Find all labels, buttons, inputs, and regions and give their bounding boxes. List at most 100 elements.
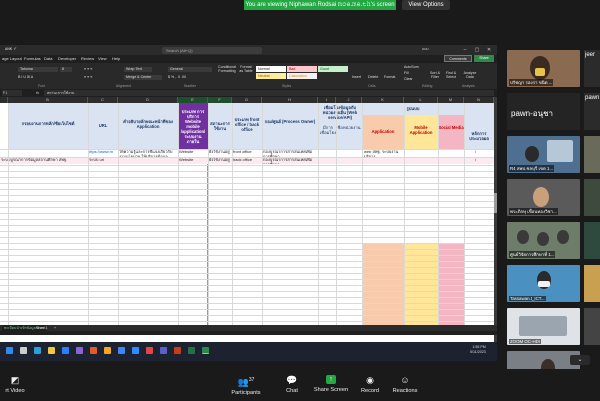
participant-tile-side[interactable] (584, 265, 600, 302)
participant-tile-side[interactable] (584, 179, 600, 216)
firefox-icon[interactable] (104, 347, 111, 354)
format-table-button[interactable]: Format as Table (238, 65, 254, 73)
row2-status[interactable]: ยังใช้งานอยู่ (209, 158, 231, 164)
taskview-icon[interactable] (34, 347, 41, 354)
excel-user[interactable]: ᴜᴜᴜ (422, 46, 429, 51)
excel-active-icon[interactable] (202, 347, 209, 354)
edge-icon[interactable] (62, 347, 69, 354)
sort-filter-button[interactable]: Sort & Filter (428, 71, 442, 79)
bold-italic-underline[interactable]: B I U ⊞ A (18, 75, 33, 79)
participant-tile-side[interactable] (584, 136, 600, 173)
row1-status[interactable]: ยังใช้งานอยู่ (209, 150, 231, 157)
word-icon[interactable] (160, 347, 167, 354)
share-screen-button[interactable]: ↑ Share Screen (312, 375, 350, 393)
clear-button[interactable]: Clear (404, 77, 413, 81)
zoom-icon[interactable] (132, 347, 139, 354)
tab-formulas[interactable]: Formulas (24, 56, 41, 61)
maximize-icon[interactable]: ▢ (471, 45, 483, 55)
wrap-text-button[interactable]: Wrap Text (124, 67, 152, 72)
participants-button[interactable]: 👥37 Participants (228, 375, 264, 396)
header-type: ประเภท การบริการ Website mobile /applica… (180, 109, 206, 145)
participant-tile[interactable]: ZOOM OC-HDI (507, 308, 580, 345)
powerpoint-icon[interactable] (174, 347, 181, 354)
analyze-data-button[interactable]: Analyze Data (462, 71, 478, 79)
number-format-select[interactable]: General (168, 67, 212, 72)
participant-tile-side[interactable] (584, 222, 600, 259)
row2-remark[interactable]: / (475, 158, 491, 164)
insert-button[interactable]: Insert (352, 75, 361, 79)
style-bad[interactable]: Bad (287, 66, 317, 72)
participant-name: พระภิกษุ เขื่อนทองวิชา... (509, 208, 558, 215)
participants-label: Participants (231, 390, 261, 396)
style-normal[interactable]: Normal (256, 66, 286, 72)
tab-view[interactable]: View (98, 56, 107, 61)
tab-review[interactable]: Review (81, 56, 94, 61)
participant-tile[interactable]: R4 สพป.ชลบุรี เขต 1... (507, 136, 580, 173)
row2-front[interactable]: back office (233, 158, 261, 164)
reactions-button[interactable]: ☺ Reactions (390, 375, 420, 394)
view-options-button[interactable]: View Options (402, 0, 450, 10)
number-format-icons[interactable]: $ % , .0 .00 (168, 75, 186, 79)
merge-center-button[interactable]: Merge & Center (124, 75, 162, 80)
row1-type[interactable]: Website (179, 150, 207, 156)
spreadsheet-grid[interactable]: กรอบงานการหลัก/ชื่อเว็บไซต์ URL คำอธิบาย… (0, 103, 494, 361)
search-icon[interactable] (20, 347, 27, 354)
style-calculation[interactable]: Calculation (287, 73, 317, 79)
participant-tile-side[interactable]: pawn (584, 93, 600, 130)
chat-button[interactable]: 💬 Chat (282, 375, 302, 394)
chevron-down-icon[interactable]: ⌄ (570, 355, 590, 365)
participant-tile[interactable]: พระภิกษุ เขื่อนทองวิชา... (507, 179, 580, 216)
participant-tile[interactable]: pawn-อนุชา (507, 93, 580, 130)
excel-search-input[interactable]: Search (Alt+Q) (162, 47, 262, 54)
row1-owner[interactable]: กองบูรณาการสารสนเทศเพื่อการศึกษา (263, 150, 317, 157)
row2-url[interactable]: ระบบ url (89, 158, 117, 164)
formula-input[interactable]: สถานะการใช้งาน (44, 90, 494, 96)
acrobat-icon[interactable] (146, 347, 153, 354)
file-explorer-icon[interactable] (48, 347, 55, 354)
grid-row-line (0, 243, 494, 244)
find-select-button[interactable]: Find & Select (444, 71, 458, 79)
vertical-scrollbar[interactable] (494, 97, 497, 361)
font-size-select[interactable]: 8 (60, 67, 72, 72)
indent-icons[interactable]: ≡ ≡ ≡ (84, 75, 92, 79)
row1-app[interactable]: web สพฐ. ระบบงานบริการ (364, 150, 404, 157)
minimize-icon[interactable]: – (459, 45, 471, 55)
excel-icon[interactable] (188, 347, 195, 354)
format-button[interactable]: Format (384, 75, 395, 79)
row2-owner[interactable]: กองบูรณาการสารสนเทศเพื่อการศึกษา (263, 158, 317, 164)
vertical-scroll-thumb[interactable] (494, 193, 497, 213)
delete-button[interactable]: Delete (368, 75, 378, 79)
formula-bar: F1 fx สถานะการใช้งาน (0, 89, 497, 97)
style-good[interactable]: Good (318, 66, 348, 72)
share-button[interactable]: Share (474, 55, 494, 62)
grid-row-line (0, 189, 494, 190)
autosum-button[interactable]: AutoSum (404, 65, 419, 69)
tab-help[interactable]: Help (112, 56, 120, 61)
row1-remark[interactable]: / (475, 150, 491, 157)
teams-icon[interactable] (76, 347, 83, 354)
participant-tile[interactable]: Tassawan.t_ICT... (507, 265, 580, 302)
chrome-icon[interactable] (118, 347, 125, 354)
close-icon[interactable]: ✕ (483, 45, 495, 55)
align-icons[interactable]: ≡ ≡ ≡ (84, 67, 92, 71)
participant-tile-side[interactable] (584, 308, 600, 345)
tab-page-layout[interactable]: age Layout (2, 56, 22, 61)
fill-button[interactable]: Fill (404, 71, 409, 75)
tab-data[interactable]: Data (44, 56, 52, 61)
participant-tile[interactable]: ปรัชญา รองรา ขนิด ... (507, 50, 580, 87)
fx-icon[interactable]: fx (36, 90, 39, 95)
office-icon[interactable] (90, 347, 97, 354)
tab-developer[interactable]: Developer (58, 56, 76, 61)
participant-tile-side[interactable]: jeer (584, 50, 600, 87)
row2-name[interactable]: ระบบบูรณาการข้อมูลสถานศึกษา สพฐ. (1, 158, 87, 164)
participant-tile[interactable]: ศูนย์วิจัยการศึกษาที่ 1... (507, 222, 580, 259)
conditional-formatting-button[interactable]: Conditional Formatting (216, 65, 238, 73)
record-button[interactable]: ◉ Record (358, 375, 382, 394)
start-icon[interactable] (6, 347, 13, 354)
style-neutral[interactable]: Neutral (256, 73, 286, 79)
font-name-select[interactable]: Tahoma (18, 67, 58, 72)
name-box[interactable]: F1 (2, 90, 22, 96)
row1-front[interactable]: front office (233, 150, 261, 157)
stop-video-button[interactable]: ◩ rt Video (0, 375, 30, 394)
comments-button[interactable]: Comments (444, 55, 472, 62)
